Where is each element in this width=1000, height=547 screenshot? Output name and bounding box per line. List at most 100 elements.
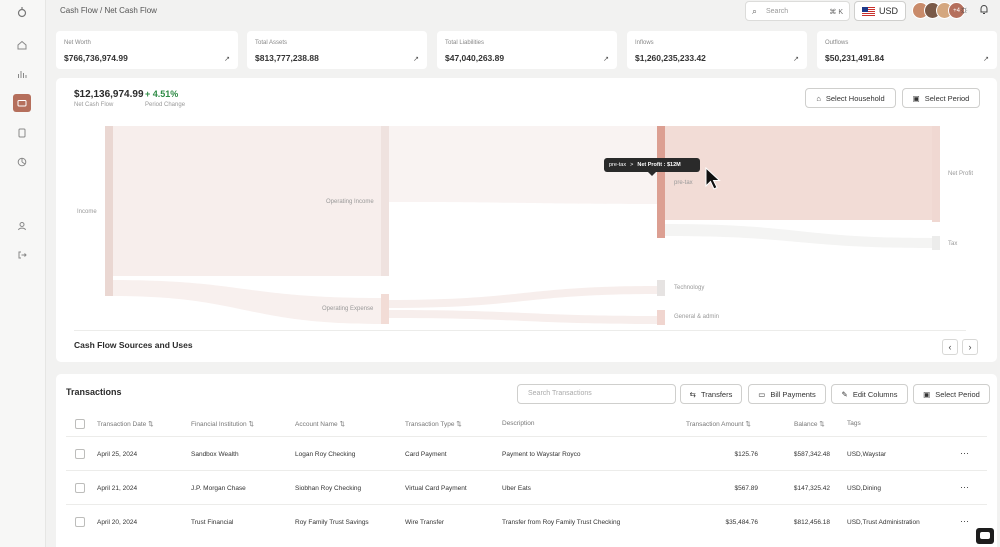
pie-chart-icon[interactable] <box>13 153 31 171</box>
cell-date: April 20, 2024 <box>97 519 138 526</box>
edit-icon: ✎ <box>841 389 848 399</box>
cell-type: Wire Transfer <box>405 519 445 526</box>
select-period-label: Select Period <box>924 93 970 103</box>
edit-columns-label: Edit Columns <box>852 389 898 399</box>
column-transaction-date[interactable]: Transaction Date ⇅ <box>97 420 154 428</box>
chart-icon[interactable] <box>13 65 31 83</box>
cell-description: Transfer from Roy Family Trust Checking <box>502 519 621 526</box>
wallet-icon[interactable] <box>13 94 31 112</box>
logout-icon[interactable] <box>13 246 31 264</box>
cell-type: Virtual Card Payment <box>405 485 467 492</box>
node-income[interactable] <box>105 126 113 296</box>
divider <box>66 436 987 437</box>
label-income: Income <box>77 209 97 215</box>
cash-flow-section-title: Cash Flow Sources and Uses <box>74 340 193 350</box>
currency-selector[interactable]: USD <box>854 1 906 21</box>
net-cash-flow-value: $12,136,974.99 <box>74 89 144 100</box>
search-placeholder: Search <box>766 8 789 15</box>
trend-arrow-icon: ↗ <box>793 56 799 63</box>
transactions-select-period-button[interactable]: ▣ Select Period <box>913 384 990 404</box>
stat-label: Outflows <box>825 40 849 46</box>
label-technology: Technology <box>674 285 704 291</box>
select-period-button[interactable]: ▣ Select Period <box>902 88 980 108</box>
column-account-name[interactable]: Account Name ⇅ <box>295 420 345 428</box>
node-technology[interactable] <box>657 280 665 296</box>
household-avatars[interactable]: +4 <box>912 2 965 20</box>
transfers-label: Transfers <box>700 389 733 399</box>
tooltip-from: pre-tax <box>609 162 627 168</box>
cell-tags: USD,Waystar <box>847 451 887 458</box>
row-more-icon[interactable]: ··· <box>960 448 969 458</box>
transactions-search-input[interactable]: Search Transactions <box>517 384 676 404</box>
node-pre-tax[interactable] <box>657 126 665 238</box>
currency-label: USD <box>878 6 898 16</box>
select-period-label: Select Period <box>935 389 980 399</box>
transfers-button[interactable]: ⇆ Transfers <box>680 384 742 404</box>
label-tax: Tax <box>948 241 957 247</box>
document-icon[interactable] <box>13 124 31 142</box>
tooltip-to: Net Profit : $12M <box>637 162 681 168</box>
node-operating-income[interactable] <box>381 126 389 276</box>
row-checkbox[interactable] <box>75 517 85 527</box>
bell-icon[interactable] <box>979 4 989 18</box>
cash-flow-sankey[interactable]: Income Operating Income Operating Expens… <box>74 122 974 330</box>
net-cash-flow-label: Net Cash Flow <box>74 102 114 108</box>
next-page-button[interactable]: › <box>962 339 978 355</box>
cell-description: Uber Eats <box>502 485 531 492</box>
cell-tags: USD,Trust Administration <box>847 519 920 526</box>
select-household-button[interactable]: ⌂ Select Household <box>805 88 896 108</box>
row-more-icon[interactable]: ··· <box>960 516 969 526</box>
node-tax[interactable] <box>932 236 940 250</box>
sidebar <box>0 0 46 547</box>
sankey-tooltip: pre-tax > Net Profit : $12M <box>604 158 700 176</box>
card-icon: ▭ <box>758 389 766 399</box>
user-icon[interactable] <box>13 217 31 235</box>
chat-icon[interactable] <box>976 528 994 544</box>
transactions-title: Transactions <box>66 387 122 397</box>
previous-page-button[interactable]: ‹ <box>942 339 958 355</box>
flow-income-operating-expense <box>113 280 381 324</box>
cell-institution: J.P. Morgan Chase <box>191 485 246 492</box>
node-general-admin[interactable] <box>657 310 665 325</box>
node-net-profit[interactable] <box>932 126 940 222</box>
stat-card-total-liabilities[interactable]: Total Liabilities $47,040,263.89 ↗ <box>437 31 617 69</box>
stat-card-total-assets[interactable]: Total Assets $813,777,238.88 ↗ <box>247 31 427 69</box>
stat-label: Inflows <box>635 40 654 46</box>
stat-card-inflows[interactable]: Inflows $1,260,235,233.42 ↗ <box>627 31 807 69</box>
select-household-label: Select Household <box>825 93 885 103</box>
transactions-card: Transactions Search Transactions ⇆ Trans… <box>56 374 997 547</box>
cell-amount: $567.89 <box>734 485 759 492</box>
column-transaction-amount[interactable]: Transaction Amount ⇅ <box>686 420 751 428</box>
select-all-checkbox[interactable] <box>75 419 85 429</box>
column-transaction-type[interactable]: Transaction Type ⇅ <box>405 420 462 428</box>
edit-columns-button[interactable]: ✎ Edit Columns <box>831 384 908 404</box>
home-icon: ⌂ <box>816 93 821 103</box>
trend-arrow-icon: ↗ <box>413 56 419 63</box>
stat-card-outflows[interactable]: Outflows $50,231,491.84 ↗ <box>817 31 997 69</box>
stat-card-net-worth[interactable]: Net Worth $766,736,974.99 ↗ <box>56 31 238 69</box>
breadcrumb[interactable]: Cash Flow / Net Cash Flow <box>60 6 157 15</box>
column-financial-institution[interactable]: Financial Institution ⇅ <box>191 420 254 428</box>
flow-operating-expense-technology <box>389 286 657 308</box>
flow-gap <box>389 206 657 272</box>
mouse-cursor-icon <box>705 167 721 190</box>
row-checkbox[interactable] <box>75 449 85 459</box>
sun-icon[interactable]: ☼ <box>959 4 969 16</box>
bill-payments-button[interactable]: ▭ Bill Payments <box>748 384 826 404</box>
global-search[interactable]: ⌕ Search ⌘ K <box>745 1 850 21</box>
row-more-icon[interactable]: ··· <box>960 482 969 492</box>
calendar-icon: ▣ <box>912 93 920 103</box>
logo-icon[interactable] <box>13 3 31 21</box>
calendar-icon: ▣ <box>923 389 931 399</box>
cell-type: Card Payment <box>405 451 447 458</box>
period-change-label: Period Change <box>145 102 186 108</box>
cell-balance: $587,342.48 <box>793 451 830 458</box>
column-balance[interactable]: Balance ⇅ <box>794 420 825 428</box>
home-icon[interactable] <box>13 36 31 54</box>
stat-value: $766,736,974.99 <box>64 53 128 63</box>
row-checkbox[interactable] <box>75 483 85 493</box>
node-operating-expense[interactable] <box>381 294 389 324</box>
cell-institution: Sandbox Wealth <box>191 451 239 458</box>
cell-account: Roy Family Trust Savings <box>295 519 369 526</box>
cash-flow-card: $12,136,974.99 Net Cash Flow + 4.51% Per… <box>56 78 997 362</box>
